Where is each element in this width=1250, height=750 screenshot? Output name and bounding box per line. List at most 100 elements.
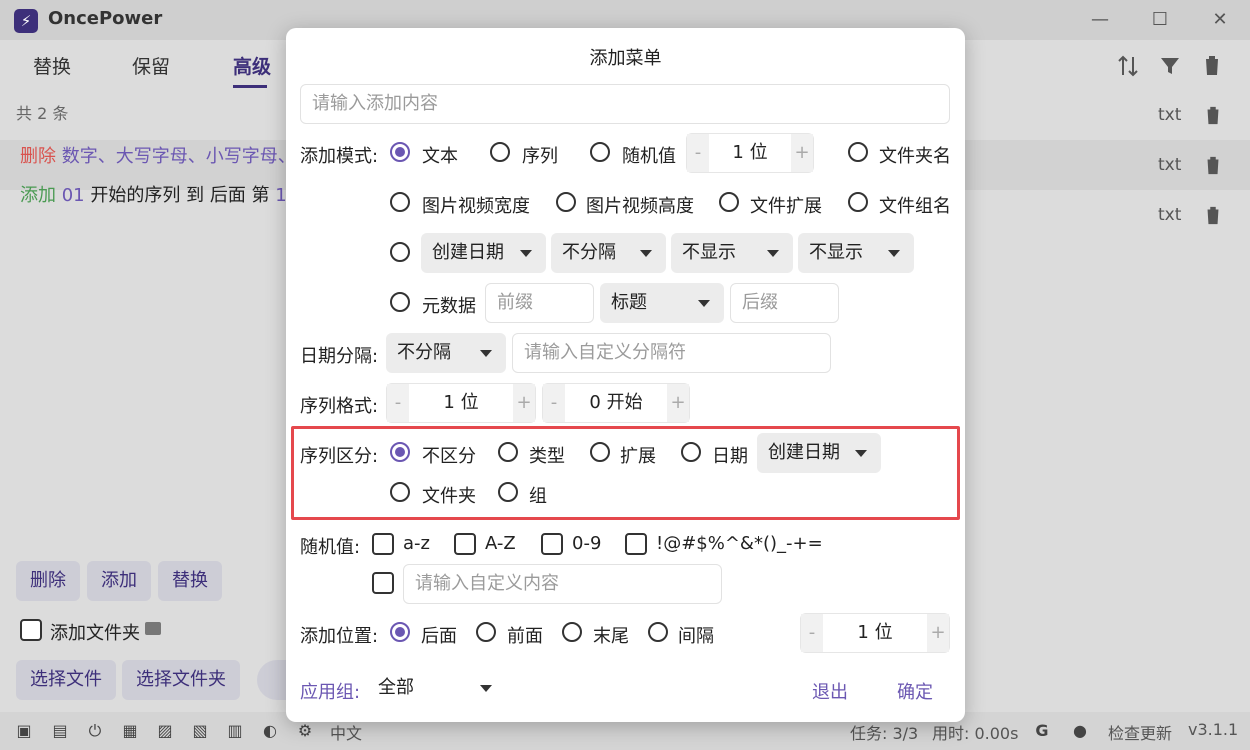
stepper-plus-button[interactable]: + xyxy=(791,134,813,172)
calendar-icon[interactable]: ▥ xyxy=(225,721,245,741)
random-digits-stepper[interactable]: - 1 位 + xyxy=(686,133,814,173)
select-file-button[interactable]: 选择文件 xyxy=(16,660,116,700)
date-display-select[interactable]: 不显示 xyxy=(671,233,793,273)
suffix-input[interactable]: 后缀 xyxy=(730,283,839,323)
tab-advanced[interactable]: 高级 xyxy=(233,52,271,79)
sort-icon[interactable] xyxy=(1116,54,1140,78)
mode-label-media-height: 图片视频高度 xyxy=(586,196,694,217)
select-folder-button[interactable]: 选择文件夹 xyxy=(122,660,240,700)
file-ext-label: txt xyxy=(1158,105,1182,125)
mode-radio-sequence[interactable] xyxy=(490,142,510,162)
stepper-minus-button[interactable]: - xyxy=(543,384,565,422)
stepper-plus-button[interactable]: + xyxy=(513,384,535,422)
split-radio-group[interactable] xyxy=(498,482,518,502)
apply-group-select[interactable]: 全部 xyxy=(366,668,506,708)
date-sep-select[interactable]: 不分隔 xyxy=(386,333,506,373)
theme-icon[interactable]: ◐ xyxy=(260,721,280,741)
split-radio-folder[interactable] xyxy=(390,482,410,502)
random-checkbox-custom[interactable] xyxy=(372,572,394,594)
log-icon[interactable]: ▤ xyxy=(50,721,70,741)
content-input[interactable]: 请输入添加内容 xyxy=(300,84,950,124)
minimize-button[interactable]: — xyxy=(1084,6,1116,34)
select-value: 创建日期 xyxy=(432,242,504,263)
mode-radio-file-group[interactable] xyxy=(848,192,868,212)
prefix-input[interactable]: 前缀 xyxy=(485,283,594,323)
seq-digits-stepper[interactable]: - 1 位 + xyxy=(386,383,536,423)
position-label-before: 前面 xyxy=(507,626,543,647)
position-radio-end[interactable] xyxy=(562,622,582,642)
settings-icon[interactable]: ⚙ xyxy=(295,721,315,741)
position-radio-interval[interactable] xyxy=(648,622,668,642)
replace-button[interactable]: 替换 xyxy=(158,561,222,601)
position-radio-before[interactable] xyxy=(476,622,496,642)
random-checkbox-lowercase[interactable] xyxy=(372,533,394,555)
add-button[interactable]: 添加 xyxy=(87,561,151,601)
metadata-field-select[interactable]: 标题 xyxy=(600,283,724,323)
stepper-plus-button[interactable]: + xyxy=(927,614,949,652)
split-radio-type[interactable] xyxy=(498,442,518,462)
split-radio-ext[interactable] xyxy=(590,442,610,462)
chevron-down-icon xyxy=(855,450,867,457)
app-title: OncePower xyxy=(48,8,163,29)
random-checkbox-digits[interactable] xyxy=(541,533,563,555)
trash-icon[interactable] xyxy=(1203,204,1223,226)
custom-separator-input[interactable]: 请输入自定义分隔符 xyxy=(512,333,831,373)
filter-icon[interactable] xyxy=(1158,54,1182,78)
random-checkbox-uppercase[interactable] xyxy=(454,533,476,555)
interval-stepper[interactable]: - 1 位 + xyxy=(800,613,950,653)
random-checkbox-symbols[interactable] xyxy=(625,533,647,555)
power-icon[interactable]: ⏻ xyxy=(85,721,105,741)
image-icon[interactable]: ▨ xyxy=(155,721,175,741)
stepper-value: 0 开始 xyxy=(589,392,643,413)
mode-radio-text[interactable] xyxy=(390,142,410,162)
position-radio-after[interactable] xyxy=(390,622,410,642)
exit-button[interactable]: 退出 xyxy=(812,678,848,704)
mode-radio-file-ext[interactable] xyxy=(719,192,739,212)
seq-start-stepper[interactable]: - 0 开始 + xyxy=(542,383,690,423)
mode-radio-media-height[interactable] xyxy=(556,192,576,212)
trash-icon[interactable] xyxy=(1203,104,1223,126)
delete-button[interactable]: 删除 xyxy=(16,561,80,601)
select-value: 创建日期 xyxy=(768,442,840,463)
date-type-select[interactable]: 创建日期 xyxy=(421,233,546,273)
mode-radio-random[interactable] xyxy=(590,142,610,162)
close-button[interactable]: ✕ xyxy=(1204,6,1236,34)
trash-icon[interactable] xyxy=(1203,154,1223,176)
mode-radio-media-width[interactable] xyxy=(390,192,410,212)
time-display-select[interactable]: 不显示 xyxy=(798,233,914,273)
version-label: v3.1.1 xyxy=(1188,720,1239,739)
select-value: 不分隔 xyxy=(397,342,451,363)
save-icon[interactable]: ▣ xyxy=(14,721,34,741)
file-ext-label: txt xyxy=(1158,155,1182,175)
language-label[interactable]: 中文 xyxy=(330,720,362,744)
apply-group-label: 应用组: xyxy=(300,682,361,703)
stepper-minus-button[interactable]: - xyxy=(387,384,409,422)
stepper-plus-button[interactable]: + xyxy=(667,384,689,422)
tab-keep[interactable]: 保留 xyxy=(132,52,170,79)
mode-radio-folder-name[interactable] xyxy=(848,142,868,162)
mode-label-folder-name: 文件夹名 xyxy=(879,146,951,167)
csv-icon[interactable]: ▧ xyxy=(190,721,210,741)
random-label-lowercase: a-z xyxy=(403,533,430,554)
check-update-link[interactable]: 检查更新 xyxy=(1108,720,1172,744)
split-label-date: 日期 xyxy=(712,446,748,467)
stepper-minus-button[interactable]: - xyxy=(801,614,823,652)
gitee-icon[interactable]: G xyxy=(1032,721,1052,741)
stepper-minus-button[interactable]: - xyxy=(687,134,709,172)
mode-radio-metadata[interactable] xyxy=(390,292,410,312)
rule-row[interactable]: 添加 01 开始的序列 到 后面 第 1 xyxy=(20,181,287,207)
split-date-select[interactable]: 创建日期 xyxy=(757,433,881,473)
rule-row[interactable]: 删除 数字、大写字母、小写字母、 xyxy=(20,142,296,168)
tab-replace[interactable]: 替换 xyxy=(33,52,71,79)
history-icon[interactable]: ▦ xyxy=(120,721,140,741)
confirm-button[interactable]: 确定 xyxy=(897,678,933,704)
date-separator-select[interactable]: 不分隔 xyxy=(551,233,666,273)
github-icon[interactable]: ● xyxy=(1070,721,1090,741)
random-custom-input[interactable]: 请输入自定义内容 xyxy=(403,564,722,604)
split-radio-date[interactable] xyxy=(681,442,701,462)
trash-icon[interactable] xyxy=(1201,53,1223,77)
maximize-button[interactable]: ☐ xyxy=(1144,6,1176,34)
add-folder-checkbox[interactable] xyxy=(20,619,42,641)
split-radio-none[interactable] xyxy=(390,442,410,462)
mode-radio-date[interactable] xyxy=(390,242,410,262)
